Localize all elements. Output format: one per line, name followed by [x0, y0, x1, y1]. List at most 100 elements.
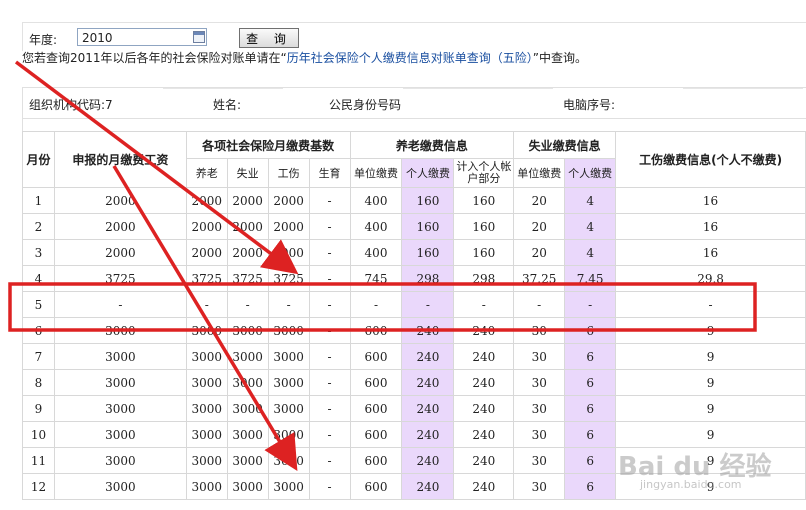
table-cell: 30 [513, 473, 566, 500]
header-unemployment-personal: 个人缴费 [564, 158, 617, 188]
table-cell: 240 [453, 447, 515, 474]
table-cell: 16 [615, 187, 806, 214]
table-cell: 240 [401, 395, 455, 422]
table-cell: 2000 [267, 239, 310, 266]
header-unemployment-unit: 单位缴费 [513, 158, 566, 188]
table-cell: 9 [22, 395, 55, 422]
table-cell: 2000 [226, 187, 269, 214]
table-cell: 30 [513, 395, 566, 422]
table-row: 4 3725 3725 3725 3725-745 298 298 37.25 7.45 29.8 [22, 265, 806, 292]
table-cell: 9 [615, 343, 806, 370]
table-row: 6 3000 3000 3000 3000-600 240 240 30 6 9 [22, 317, 806, 344]
table-cell: 400 [349, 187, 403, 214]
table-cell: 3000 [185, 395, 228, 422]
header-injury: 工伤缴费信息(个人不缴费) [615, 131, 806, 188]
table-cell: 11 [22, 447, 55, 474]
baidu-watermark-url: jingyan.baidu.com [640, 478, 742, 491]
header-pension-group: 养老缴费信息 [349, 131, 515, 159]
table-cell: 2000 [226, 239, 269, 266]
table-row: 5----------- [22, 291, 806, 318]
table-cell: 4 [564, 187, 617, 214]
table-cell: 160 [453, 213, 515, 240]
table-cell: 3000 [267, 317, 310, 344]
header-pension-unit: 单位缴费 [349, 158, 403, 188]
table-row: 8 3000 3000 3000 3000-600 240 240 30 6 9 [22, 369, 806, 396]
table-cell: 3 [22, 239, 55, 266]
header-base-pension: 养老 [185, 158, 228, 188]
table-row: 9 3000 3000 3000 3000-600 240 240 30 6 9 [22, 395, 806, 422]
table-cell: 10 [22, 421, 55, 448]
query-bar: 年度: 2010 查 询 [22, 22, 806, 51]
table-cell: 240 [401, 421, 455, 448]
table-cell: 160 [401, 213, 455, 240]
table-cell: 2000 [226, 213, 269, 240]
spacer-row [22, 117, 806, 131]
table-cell: 160 [453, 187, 515, 214]
table-cell: - [308, 369, 351, 396]
table-cell: - [349, 291, 403, 318]
table-row: 7 3000 3000 3000 3000-600 240 240 30 6 9 [22, 343, 806, 370]
table-cell: 240 [401, 447, 455, 474]
table-cell: 2000 [267, 213, 310, 240]
table-cell: 2000 [53, 187, 187, 214]
table-cell: 30 [513, 369, 566, 396]
table-row: 1 2000 2000 2000 2000-400 160 160 20 4 16 [22, 187, 806, 214]
header-month: 月份 [22, 131, 55, 188]
table-cell: - [564, 291, 617, 318]
table-cell: - [185, 291, 228, 318]
table-cell: 160 [453, 239, 515, 266]
table-cell: 2000 [185, 239, 228, 266]
table-cell: 20 [513, 213, 566, 240]
header-base-group: 各项社会保险月缴费基数 [185, 131, 351, 159]
table-cell: 600 [349, 369, 403, 396]
table-cell: 3000 [267, 369, 310, 396]
year-input[interactable]: 2010 [77, 28, 207, 46]
table-cell: 240 [453, 343, 515, 370]
table-cell: 3725 [53, 265, 187, 292]
table-cell: 7.45 [564, 265, 617, 292]
table-cell: 3000 [267, 421, 310, 448]
table-cell: 37.25 [513, 265, 566, 292]
table-cell: 6 [564, 395, 617, 422]
table-cell: - [308, 239, 351, 266]
table-cell: 600 [349, 317, 403, 344]
table-cell: 3000 [53, 395, 187, 422]
table-row: 3 2000 2000 2000 2000-400 160 160 20 4 16 [22, 239, 806, 266]
header-base-injury: 工伤 [267, 158, 310, 188]
table-cell: 3000 [185, 343, 228, 370]
table-cell: 3000 [267, 395, 310, 422]
table-cell: 6 [564, 343, 617, 370]
table-cell: 160 [401, 239, 455, 266]
table-cell: 3000 [226, 447, 269, 474]
table-cell: - [615, 291, 806, 318]
table-cell: 298 [453, 265, 515, 292]
table-cell: 600 [349, 421, 403, 448]
table-cell: 600 [349, 473, 403, 500]
table-cell: 30 [513, 421, 566, 448]
table-cell: 3725 [226, 265, 269, 292]
id-number-label: 公民身份号码 [329, 98, 402, 112]
table-cell: 7 [22, 343, 55, 370]
table-cell: 3000 [226, 395, 269, 422]
table-cell: 240 [453, 395, 515, 422]
history-statement-link[interactable]: 历年社会保险个人缴费信息对账单查询（五险） [287, 51, 533, 65]
calendar-icon[interactable] [193, 31, 205, 43]
table-cell: 2000 [53, 239, 187, 266]
table-cell: - [308, 473, 351, 500]
table-cell: - [308, 317, 351, 344]
table-cell: 3725 [267, 265, 310, 292]
table-cell: 6 [564, 317, 617, 344]
table-cell: 3725 [185, 265, 228, 292]
year-label: 年度: [29, 33, 58, 47]
table-cell: 16 [615, 213, 806, 240]
table-cell: 600 [349, 395, 403, 422]
query-button[interactable]: 查 询 [239, 28, 299, 48]
table-cell: 30 [513, 447, 566, 474]
org-code-value: 7 [105, 98, 113, 112]
table-cell: 400 [349, 239, 403, 266]
table-cell: 3000 [267, 447, 310, 474]
table-cell: 3000 [53, 421, 187, 448]
table-cell: 3000 [226, 343, 269, 370]
table-cell: 3000 [53, 317, 187, 344]
table-cell: 3000 [226, 317, 269, 344]
